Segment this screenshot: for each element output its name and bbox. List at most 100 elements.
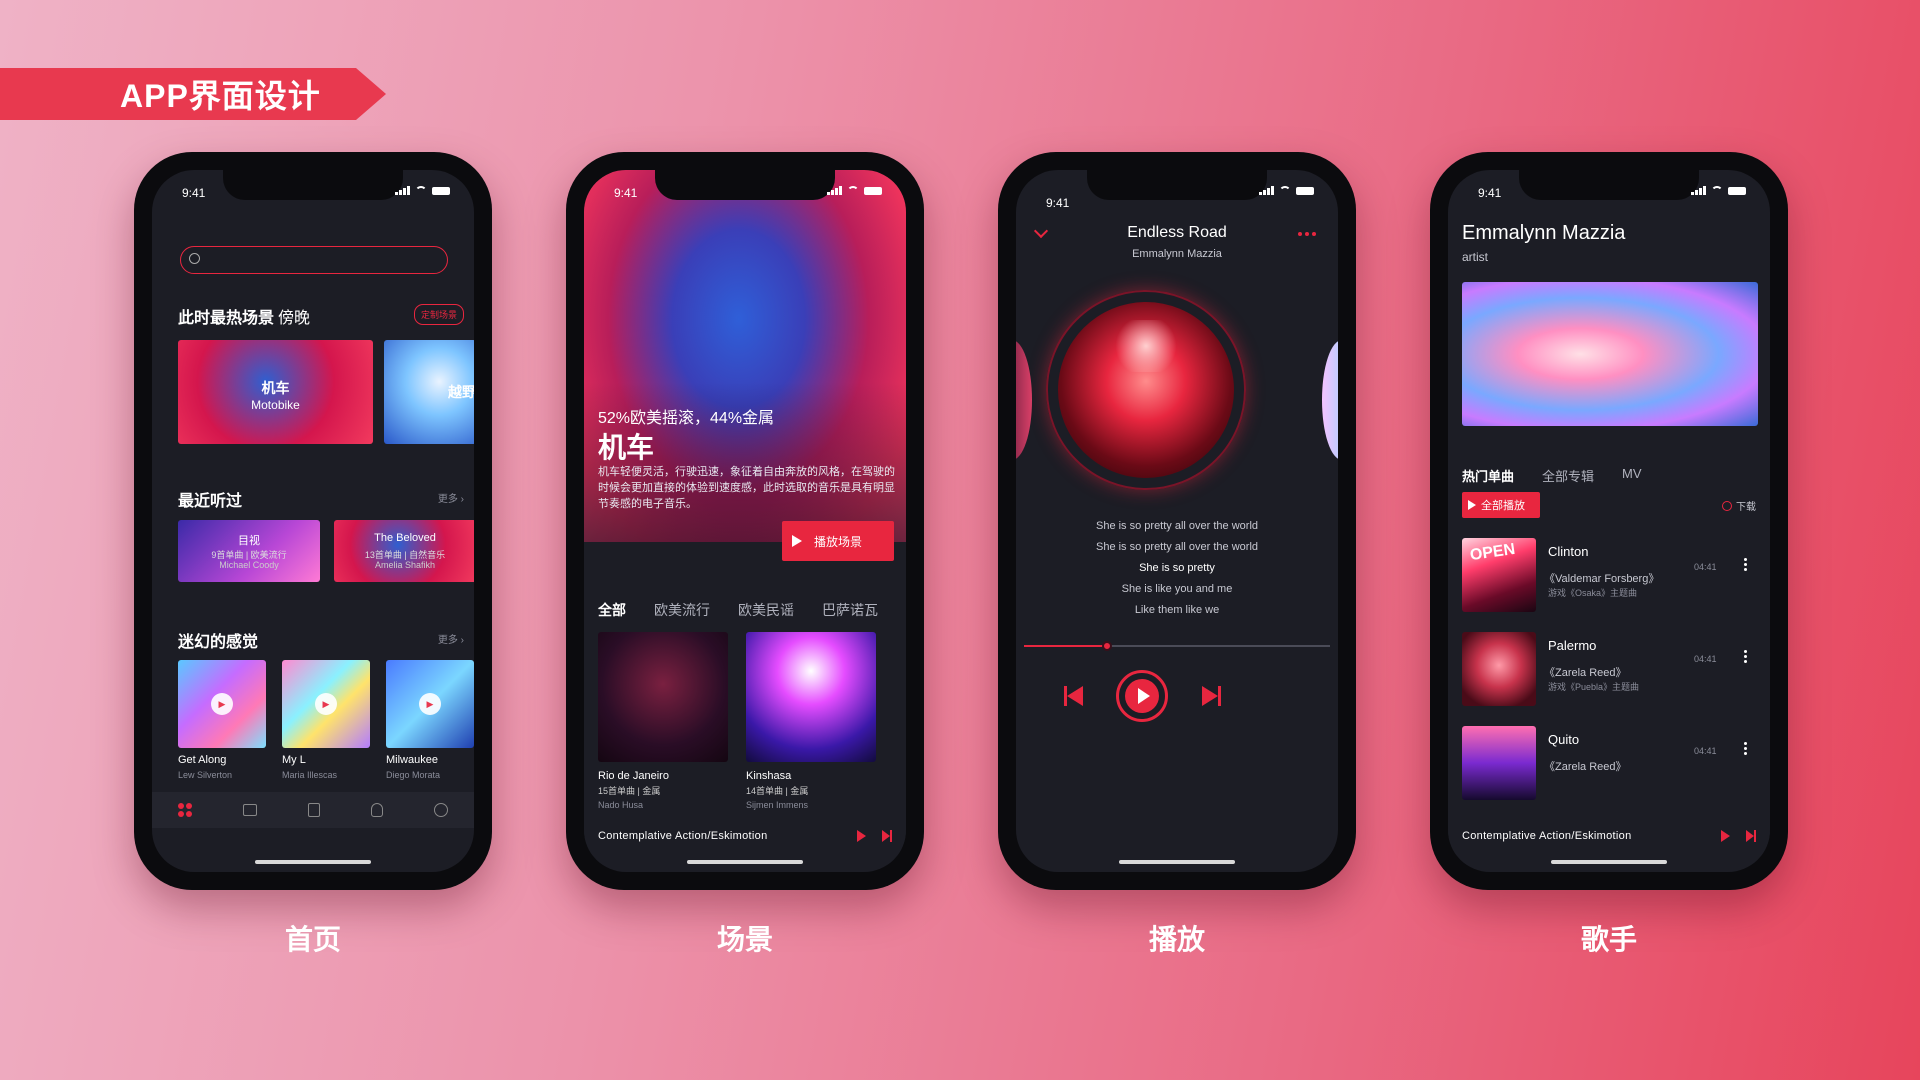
- track-title: Quito: [1548, 732, 1580, 747]
- recent-card-title: The Beloved: [374, 532, 436, 544]
- next-disc: [1322, 340, 1338, 460]
- notch: [1087, 170, 1267, 200]
- status-icons: [1259, 186, 1314, 195]
- song-card[interactable]: ▶: [178, 660, 266, 748]
- play-icon[interactable]: [1721, 830, 1730, 842]
- scene-card-motobike[interactable]: 机车 Motobike: [178, 340, 373, 444]
- song-title: Endless Road: [1127, 224, 1227, 241]
- custom-scene-button[interactable]: 定制场景: [413, 304, 464, 325]
- status-time: 9:41: [1478, 186, 1502, 200]
- album-artist: Nado Husa: [598, 800, 644, 810]
- more-icon[interactable]: [1298, 232, 1316, 236]
- play-icon[interactable]: ▶: [315, 693, 337, 715]
- tab-bossa-nova[interactable]: 巴萨诺瓦: [822, 600, 878, 620]
- track-meta: 游戏《Puebla》主题曲: [1548, 682, 1640, 692]
- more-icon[interactable]: [1744, 650, 1747, 663]
- tab-western-pop[interactable]: 欧美流行: [654, 600, 710, 620]
- mini-player[interactable]: Contemplative Action/Eskimotion: [584, 816, 906, 856]
- signal-icon: [827, 186, 842, 195]
- play-all-label: 全部播放: [1481, 500, 1525, 512]
- tab-all[interactable]: 全部: [598, 600, 626, 620]
- track-thumb[interactable]: OPEN: [1462, 538, 1536, 612]
- song-card[interactable]: ▶: [386, 660, 474, 748]
- progress-fill: [1024, 645, 1107, 647]
- video-icon[interactable]: [242, 804, 257, 816]
- play-circle-icon[interactable]: [434, 803, 449, 817]
- album-meta: 15首单曲 | 金属: [598, 786, 661, 796]
- more-icon[interactable]: [1744, 558, 1747, 571]
- song-title: Milwaukee: [386, 754, 438, 766]
- track-duration: 04:41: [1694, 654, 1717, 664]
- more-icon[interactable]: [1744, 742, 1747, 755]
- album-title: Rio de Janeiro: [598, 770, 669, 782]
- status-time: 9:41: [1046, 196, 1070, 210]
- list-icon[interactable]: [307, 803, 320, 817]
- next-icon[interactable]: [1746, 830, 1756, 842]
- album-meta: 14首单曲 | 金属: [746, 786, 809, 796]
- wifi-icon: [1279, 186, 1291, 195]
- recent-card[interactable]: 目视 9首单曲 | 欧美流行 Michael Coody: [178, 520, 320, 582]
- recent-title: 最近听过: [178, 493, 243, 510]
- battery-icon: [1296, 186, 1314, 195]
- track-thumb[interactable]: [1462, 726, 1536, 800]
- scene-title: 机车: [598, 432, 655, 463]
- play-scene-button[interactable]: 播放场景: [782, 521, 894, 561]
- next-icon[interactable]: [882, 830, 892, 842]
- home-indicator: [1551, 860, 1667, 864]
- hot-title: 此时最热场景: [178, 310, 275, 327]
- notch: [655, 170, 835, 200]
- play-icon[interactable]: ▶: [211, 693, 233, 715]
- phone-scene: 9:41 52%欧美摇滚，44%金属 机车 机车轻便灵活，行驶迅速，象征着自由奔…: [566, 152, 924, 890]
- signal-icon: [1691, 186, 1706, 195]
- play-button[interactable]: [1116, 670, 1168, 722]
- song-card[interactable]: ▶: [282, 660, 370, 748]
- song-artist: Emmalynn Mazzia: [1132, 248, 1222, 260]
- download-button[interactable]: 下载: [1722, 498, 1756, 513]
- track-thumb[interactable]: [1462, 632, 1536, 706]
- tab-mv[interactable]: MV: [1622, 466, 1642, 485]
- recent-card-artist: Michael Coody: [219, 560, 279, 570]
- dreamy-more-link[interactable]: 更多 ›: [438, 631, 464, 646]
- search-input[interactable]: [180, 246, 448, 274]
- album-card[interactable]: [598, 632, 728, 762]
- previous-button[interactable]: [1064, 686, 1083, 706]
- play-icon[interactable]: ▶: [419, 693, 441, 715]
- artist-name: Emmalynn Mazzia: [1462, 222, 1626, 244]
- bulb-icon[interactable]: [371, 803, 384, 817]
- mini-player[interactable]: Contemplative Action/Eskimotion: [1448, 816, 1770, 856]
- track-meta: 游戏《Osaka》主题曲: [1548, 588, 1638, 598]
- play-icon: [1468, 500, 1476, 510]
- track-title: Palermo: [1548, 638, 1597, 653]
- battery-icon: [864, 186, 882, 195]
- signal-icon: [1259, 186, 1274, 195]
- prev-disc: [1016, 340, 1032, 460]
- home-indicator: [255, 860, 371, 864]
- next-button[interactable]: [1202, 686, 1221, 706]
- song-artist: Lew Silverton: [178, 770, 233, 780]
- progress-bar[interactable]: [1024, 641, 1330, 651]
- download-label: 下载: [1736, 502, 1756, 513]
- now-playing-title: Contemplative Action/Eskimotion: [598, 830, 768, 842]
- tab-all-albums[interactable]: 全部专辑: [1542, 466, 1594, 485]
- tab-western-folk[interactable]: 欧美民谣: [738, 600, 794, 620]
- recent-more-link[interactable]: 更多 ›: [438, 490, 464, 505]
- artist-screen: 9:41 Emmalynn Mazzia artist 热门单曲 全部专辑 MV…: [1448, 170, 1770, 872]
- play-icon[interactable]: [857, 830, 866, 842]
- track-artist: 《Valdemar Forsberg》: [1544, 573, 1660, 585]
- lyric-line: She is so pretty all over the world: [1095, 541, 1259, 553]
- progress-knob[interactable]: [1101, 641, 1112, 651]
- scene-card-offroad[interactable]: 越野: [384, 340, 474, 444]
- track-title: Clinton: [1548, 544, 1589, 559]
- recent-card[interactable]: The Beloved 13首单曲 | 自然音乐 Amelia Shafikh: [334, 520, 474, 582]
- tab-hot-singles[interactable]: 热门单曲: [1462, 466, 1514, 485]
- home-indicator: [1119, 860, 1235, 864]
- play-all-button[interactable]: 全部播放: [1462, 492, 1540, 518]
- album-card[interactable]: [746, 632, 876, 762]
- home-icon[interactable]: [177, 803, 192, 817]
- lyrics: She is so pretty all over the world She …: [1016, 516, 1338, 621]
- scene-screen: 9:41 52%欧美摇滚，44%金属 机车 机车轻便灵活，行驶迅速，象征着自由奔…: [584, 170, 906, 872]
- genre-tabs: 全部 欧美流行 欧美民谣 巴萨诺瓦: [598, 600, 878, 620]
- signal-icon: [395, 186, 410, 195]
- scene-description: 机车轻便灵活，行驶迅速，象征着自由奔放的风格，在驾驶的时候会更加直接的体验到速度…: [598, 466, 895, 510]
- album-title: Kinshasa: [746, 770, 792, 782]
